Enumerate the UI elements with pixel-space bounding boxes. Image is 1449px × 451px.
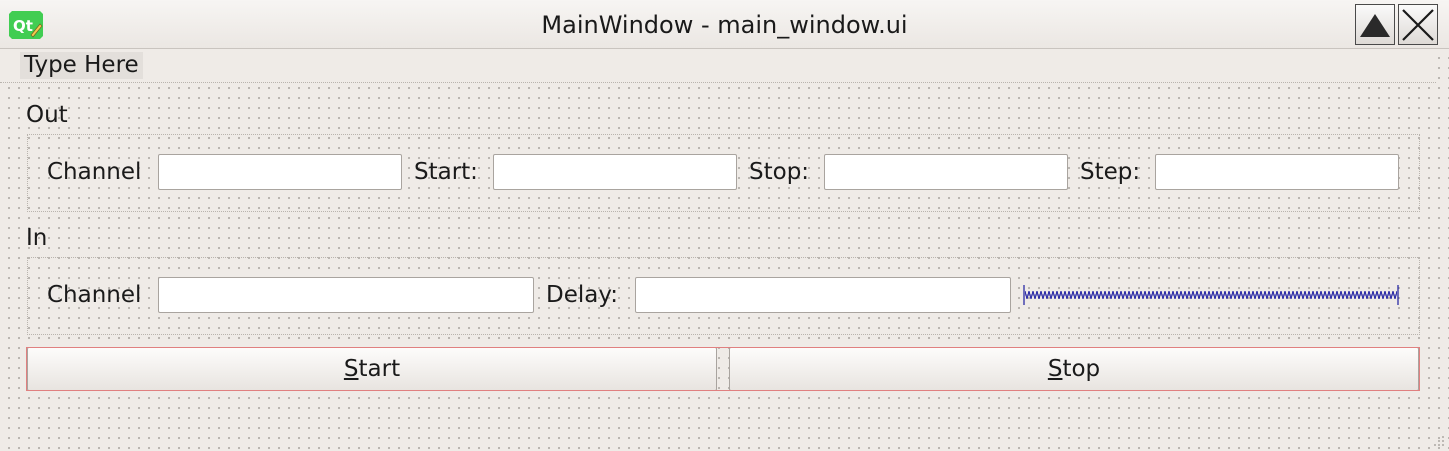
out-start-label: Start: — [414, 159, 478, 185]
in-delay-input[interactable] — [635, 277, 1011, 313]
out-channel-label: Channel — [47, 159, 142, 185]
stop-button-label: top — [1062, 356, 1101, 382]
menu-bar: Type Here — [0, 49, 1436, 83]
out-start-input[interactable] — [493, 154, 737, 190]
out-stop-label: Stop: — [749, 159, 810, 185]
menu-type-here[interactable]: Type Here — [20, 52, 143, 79]
close-x-icon — [1402, 8, 1434, 41]
title-bar[interactable]: Qt MainWindow - main_window.ui — [0, 0, 1449, 49]
out-label: Out — [26, 102, 68, 128]
shade-button[interactable] — [1355, 4, 1395, 45]
close-button[interactable] — [1398, 4, 1438, 45]
start-button-accel: S — [343, 356, 359, 382]
out-step-label: Step: — [1080, 159, 1141, 185]
start-button[interactable]: Start — [27, 347, 717, 391]
out-step-input[interactable] — [1155, 154, 1399, 190]
in-channel-input[interactable] — [158, 277, 534, 313]
window-title: MainWindow - main_window.ui — [541, 11, 908, 39]
out-channel-input[interactable] — [158, 154, 402, 190]
in-delay-label: Delay: — [546, 282, 619, 308]
start-button-label: tart — [358, 356, 401, 382]
size-grip-icon[interactable] — [1433, 435, 1445, 447]
shade-up-triangle-icon — [1360, 13, 1390, 37]
stop-button-accel: S — [1047, 356, 1063, 382]
in-channel-label: Channel — [47, 282, 142, 308]
out-stop-input[interactable] — [824, 154, 1068, 190]
in-label: In — [26, 225, 48, 251]
horizontal-spacer[interactable] — [1023, 285, 1399, 305]
main-window: Qt MainWindow - main_window.ui Type Here… — [0, 0, 1449, 451]
stop-button[interactable]: Stop — [729, 347, 1419, 391]
